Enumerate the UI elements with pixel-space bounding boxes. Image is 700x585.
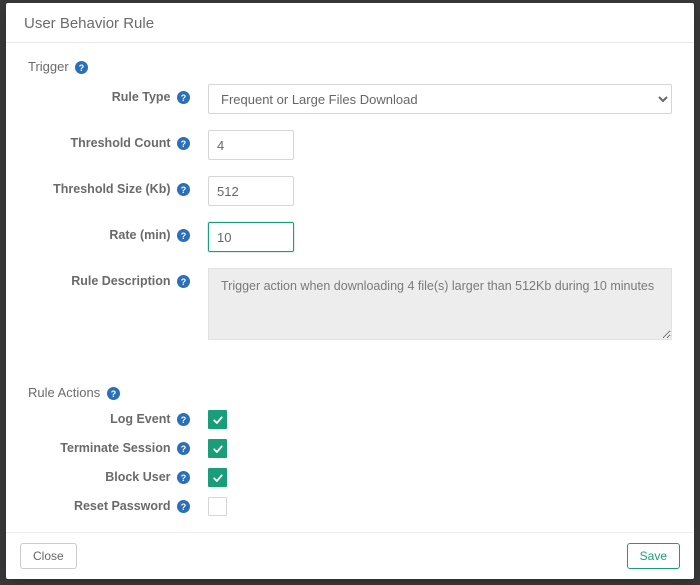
rate-row: Rate (min) ? [28,222,672,252]
threshold-size-input[interactable] [208,176,294,206]
block-user-label: Block User [105,470,170,484]
rule-description-label: Rule Description [71,274,170,288]
log-event-label: Log Event [110,412,170,426]
threshold-count-row: Threshold Count ? [28,130,672,160]
help-icon[interactable]: ? [75,61,88,74]
svg-text:?: ? [181,231,186,241]
terminate-session-row: Terminate Session ? [28,439,672,458]
rule-actions-section-label: Rule Actions [28,385,100,400]
help-icon[interactable]: ? [177,229,190,242]
rule-type-row: Rule Type ? Frequent or Large Files Down… [28,84,672,114]
rule-type-label-wrap: Rule Type ? [28,84,194,104]
help-icon[interactable]: ? [177,442,190,455]
threshold-count-label: Threshold Count [71,136,171,150]
svg-text:?: ? [181,415,186,425]
svg-text:?: ? [79,63,84,73]
block-user-checkbox[interactable] [208,468,227,487]
terminate-session-label-wrap: Terminate Session ? [28,439,194,455]
save-button[interactable]: Save [627,543,680,569]
modal-backdrop: User Behavior Rule Trigger ? Rule Type ? [0,0,700,585]
threshold-size-label-wrap: Threshold Size (Kb) ? [28,176,194,196]
help-icon[interactable]: ? [177,500,190,513]
rate-input[interactable] [208,222,294,252]
svg-text:?: ? [111,389,116,399]
block-user-row: Block User ? [28,468,672,487]
help-icon[interactable]: ? [107,387,120,400]
threshold-size-row: Threshold Size (Kb) ? [28,176,672,206]
block-user-label-wrap: Block User ? [28,468,194,484]
threshold-count-input[interactable] [208,130,294,160]
reset-password-label-wrap: Reset Password ? [28,497,194,513]
rate-label: Rate (min) [109,228,170,242]
help-icon[interactable]: ? [177,471,190,484]
svg-text:?: ? [181,139,186,149]
terminate-session-label: Terminate Session [60,441,170,455]
help-icon[interactable]: ? [177,91,190,104]
close-button[interactable]: Close [20,543,77,569]
svg-text:?: ? [181,473,186,483]
section-divider [28,359,672,385]
rate-label-wrap: Rate (min) ? [28,222,194,242]
help-icon[interactable]: ? [177,413,190,426]
modal-body: Trigger ? Rule Type ? Frequent or Large … [6,43,694,532]
help-icon[interactable]: ? [177,137,190,150]
reset-password-checkbox[interactable] [208,497,227,516]
help-icon[interactable]: ? [177,183,190,196]
user-behavior-rule-modal: User Behavior Rule Trigger ? Rule Type ? [6,3,694,579]
svg-text:?: ? [181,502,186,512]
terminate-session-checkbox[interactable] [208,439,227,458]
log-event-checkbox[interactable] [208,410,227,429]
threshold-count-label-wrap: Threshold Count ? [28,130,194,150]
svg-text:?: ? [181,185,186,195]
log-event-label-wrap: Log Event ? [28,410,194,426]
rule-type-label: Rule Type [112,90,171,104]
svg-text:?: ? [181,93,186,103]
svg-text:?: ? [181,277,186,287]
svg-text:?: ? [181,444,186,454]
rule-type-select[interactable]: Frequent or Large Files Download [208,84,672,114]
rule-description-row: Rule Description ? [28,268,672,343]
threshold-size-label: Threshold Size (Kb) [53,182,170,196]
modal-title: User Behavior Rule [24,15,154,32]
trigger-section-title: Trigger ? [28,59,672,74]
help-icon[interactable]: ? [177,275,190,288]
reset-password-label: Reset Password [74,499,171,513]
trigger-section-label: Trigger [28,59,69,74]
log-event-row: Log Event ? [28,410,672,429]
reset-password-row: Reset Password ? [28,497,672,519]
modal-header: User Behavior Rule [6,3,694,43]
rule-description-textarea[interactable] [208,268,672,340]
rule-actions-section-title: Rule Actions ? [28,385,672,400]
rule-description-label-wrap: Rule Description ? [28,268,194,288]
modal-footer: Close Save [6,532,694,579]
